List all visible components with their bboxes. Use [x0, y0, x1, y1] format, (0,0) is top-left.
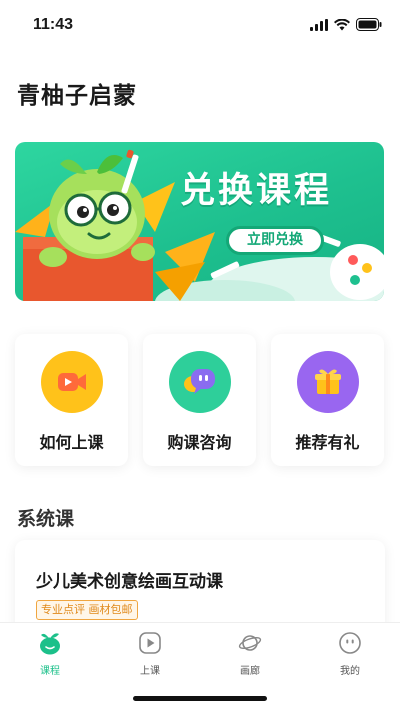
status-bar: 11:43 [0, 0, 400, 50]
wifi-icon [334, 18, 350, 30]
home-indicator [133, 696, 267, 701]
redeem-course-banner[interactable]: 兑换课程 立即兑换 [15, 142, 384, 301]
feature-label-course-consult: 购课咨询 [167, 433, 232, 452]
referral-reward-card[interactable]: 推荐有礼 [271, 334, 384, 466]
feature-label-how-to-attend: 如何上课 [39, 433, 104, 452]
tab-courses[interactable]: 课程 [0, 623, 100, 683]
redeem-now-button[interactable]: 立即兑换 [226, 226, 324, 255]
video-camera-icon [41, 351, 103, 413]
how-to-attend-card[interactable]: 如何上课 [15, 334, 128, 466]
page-title: 青柚子启蒙 [17, 83, 137, 109]
status-time: 11:43 [33, 16, 74, 33]
profile-face-icon [339, 632, 361, 654]
tab-label-gallery: 画廊 [240, 666, 260, 677]
play-icon [139, 632, 161, 654]
tab-label-courses: 课程 [40, 666, 60, 677]
banner-title: 兑换课程 [180, 171, 333, 211]
course-consult-card[interactable]: 购课咨询 [143, 334, 256, 466]
status-icons [310, 18, 382, 31]
section-title: 系统课 [17, 508, 75, 530]
tab-label-attend: 上课 [140, 666, 160, 677]
gift-icon [297, 351, 359, 413]
feature-row: 如何上课 购课咨询 推荐有礼 [15, 334, 385, 466]
tab-profile[interactable]: 我的 [300, 623, 400, 683]
pomelo-icon [40, 633, 60, 655]
tab-label-profile: 我的 [340, 666, 360, 677]
course-tag-badge: 专业点评 画材包邮 [36, 600, 138, 620]
planet-icon [238, 635, 262, 651]
battery-icon [356, 18, 382, 31]
tab-gallery[interactable]: 画廊 [200, 623, 300, 683]
course-title: 少儿美术创意绘画互动课 [36, 572, 223, 592]
feature-label-referral-reward: 推荐有礼 [295, 433, 360, 452]
signal-icon [310, 18, 328, 31]
chat-bubble-icon [169, 351, 231, 413]
tab-attend[interactable]: 上课 [100, 623, 200, 683]
